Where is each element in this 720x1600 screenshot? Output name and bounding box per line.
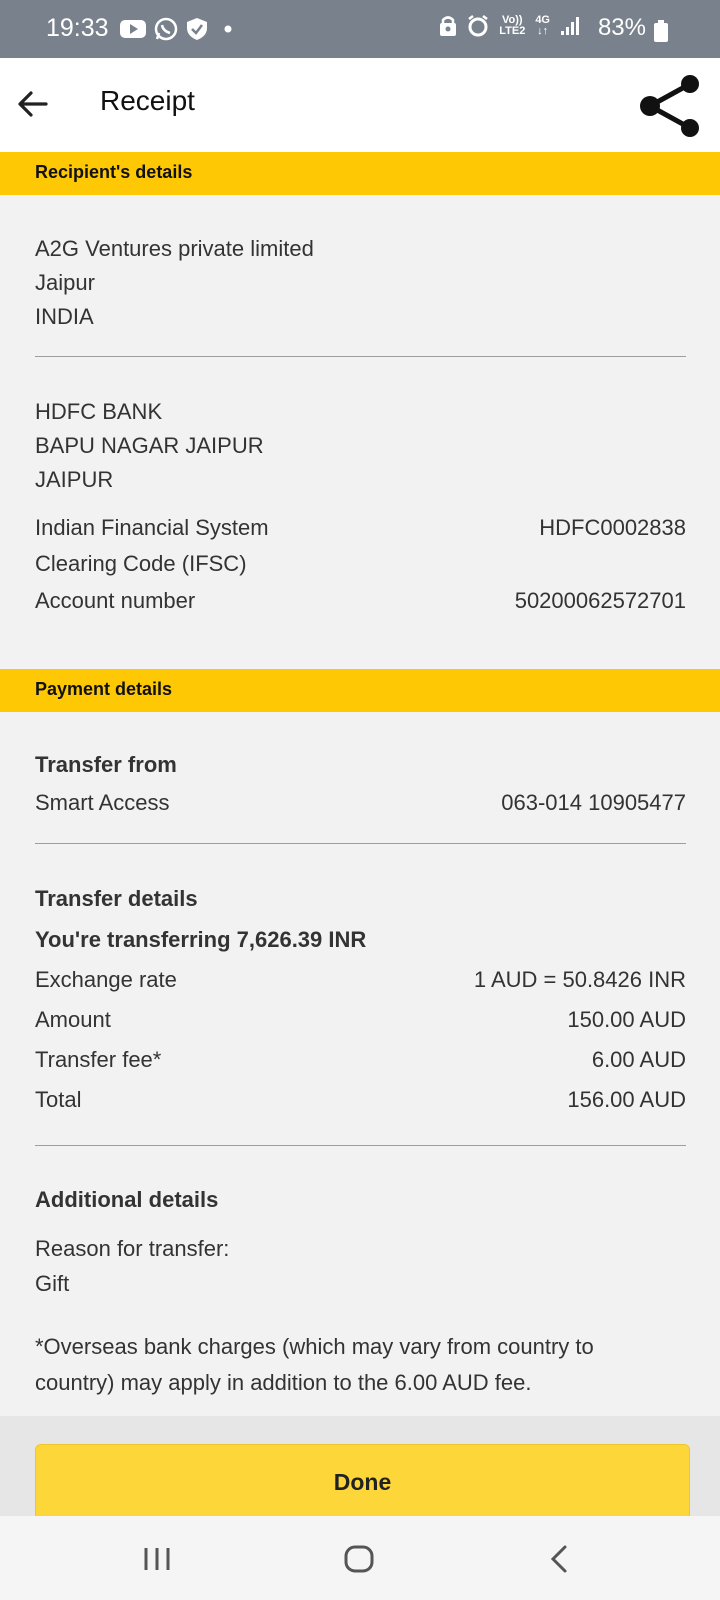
recipient-country: INDIA [35,304,94,329]
total-label: Total [35,1087,82,1112]
from-account-number: 063-014 10905477 [501,790,686,815]
divider [35,1145,686,1146]
bank-city: JAIPUR [35,467,114,492]
bank-branch: BAPU NAGAR JAIPUR [35,433,264,458]
recipient-name: A2G Ventures private limited [35,236,314,261]
reason-value: Gift [35,1271,70,1296]
page-title: Receipt [100,85,195,116]
whatsapp-icon [154,17,178,41]
signal-icon [561,17,579,35]
bank-name: HDFC BANK [35,399,163,424]
divider [35,843,686,844]
footnote-line1: *Overseas bank charges (which may vary f… [35,1334,594,1359]
dot-icon [224,25,232,33]
nav-back-icon[interactable] [549,1544,569,1574]
amount-value: 150.00 AUD [567,1007,686,1032]
net-type-indicator: 4G ↓↑ [535,14,550,37]
home-icon[interactable] [343,1544,375,1574]
transfer-details-heading: Transfer details [35,886,198,911]
battery-icon [654,20,668,42]
transfer-fee-value: 6.00 AUD [591,1047,686,1072]
recipient-section-header: Recipient's details [0,152,720,195]
transfer-from-heading: Transfer from [35,752,177,777]
recipient-city: Jaipur [35,270,95,295]
reason-label: Reason for transfer: [35,1236,230,1261]
action-area: Done [0,1416,720,1534]
total-value: 156.00 AUD [567,1087,686,1112]
exchange-rate-label: Exchange rate [35,967,177,992]
exchange-rate-value: 1 AUD = 50.8426 INR [473,967,686,992]
status-time: 19:33 [46,14,109,42]
battery-percent: 83% [597,14,646,41]
app-bar: Receipt [0,58,720,152]
ifsc-label-line1: Indian Financial System [35,515,269,540]
divider [35,356,686,357]
alarm-icon [468,15,488,37]
status-bar: 19:33 Vo)) LTE2 4G ↓↑ 83% [0,0,720,58]
recent-apps-icon[interactable] [142,1546,172,1572]
transferring-amount: You're transferring 7,626.39 INR [35,927,367,952]
back-arrow-icon[interactable] [16,87,50,121]
footnote-line2: country) may apply in addition to the 6.… [35,1370,532,1395]
system-nav-bar [0,1516,720,1600]
from-account-name: Smart Access [35,790,170,815]
payment-section-header: Payment details [0,669,720,712]
ifsc-label-line2: Clearing Code (IFSC) [35,551,247,576]
account-number-label: Account number [35,588,196,613]
amount-label: Amount [35,1007,111,1032]
volte-indicator: Vo)) LTE2 [499,14,526,37]
shield-icon [187,18,207,40]
share-icon[interactable] [640,75,702,137]
youtube-icon [120,20,146,38]
additional-details-heading: Additional details [35,1187,219,1212]
ifsc-value: HDFC0002838 [539,515,686,540]
lock-icon [440,16,457,36]
transfer-fee-label: Transfer fee* [35,1047,162,1072]
account-number-value: 50200062572701 [514,588,686,613]
